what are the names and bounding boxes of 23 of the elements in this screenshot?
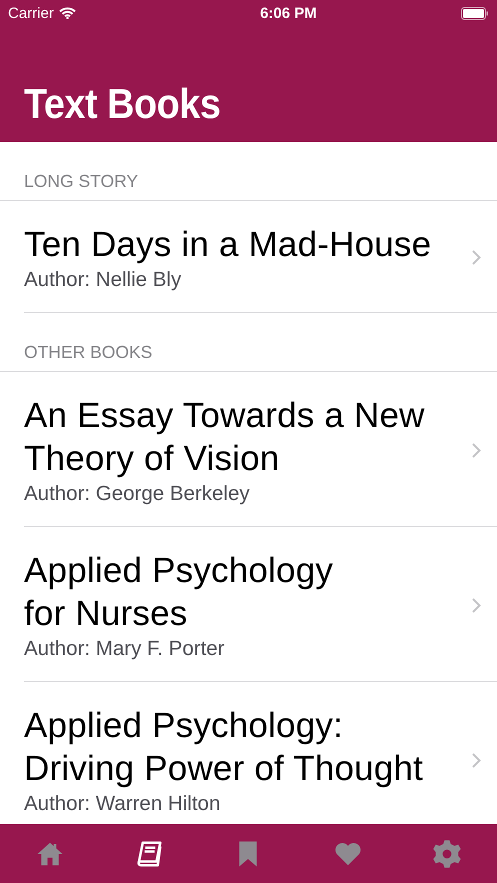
chevron-icon	[472, 250, 481, 265]
book-author: Author: Mary F. Porter	[24, 637, 226, 661]
book-row[interactable]: Ten Days in a Mad-House Author: Nellie Bly	[24, 201, 497, 313]
book-row[interactable]: Applied Psychology for Nurses Author: Mary F. Porter	[24, 527, 497, 682]
chevron-icon	[472, 442, 481, 458]
chevron-icon	[472, 598, 481, 612]
book-author: Author: George Berkeley	[24, 482, 251, 506]
clock-time: 6:06 PM	[260, 4, 317, 22]
section-header: OTHER BOOKS	[24, 342, 152, 363]
section-header: LONG STORY	[24, 171, 138, 192]
wifi-icon	[58, 7, 76, 19]
book-author: Author: Nellie Bly	[24, 268, 182, 292]
battery-icon	[460, 6, 489, 20]
settings-tab[interactable]	[432, 838, 462, 868]
carrier-label: Carrier	[8, 4, 54, 22]
book-title: An Essay Towards a New Theory of Vision	[24, 395, 426, 480]
book-title: Ten Days in a Mad-House	[24, 224, 432, 266]
book-row[interactable]: An Essay Towards a New Theory of Vision Author: George Berkeley	[24, 372, 497, 527]
chevron-icon	[472, 752, 481, 768]
page-title: Text Books	[24, 80, 222, 128]
book-title: Applied Psychology: Driving Power of Thought	[24, 705, 424, 790]
book-title: Applied Psychology for Nurses	[24, 550, 334, 635]
book-author: Author: Warren Hilton	[24, 792, 222, 816]
